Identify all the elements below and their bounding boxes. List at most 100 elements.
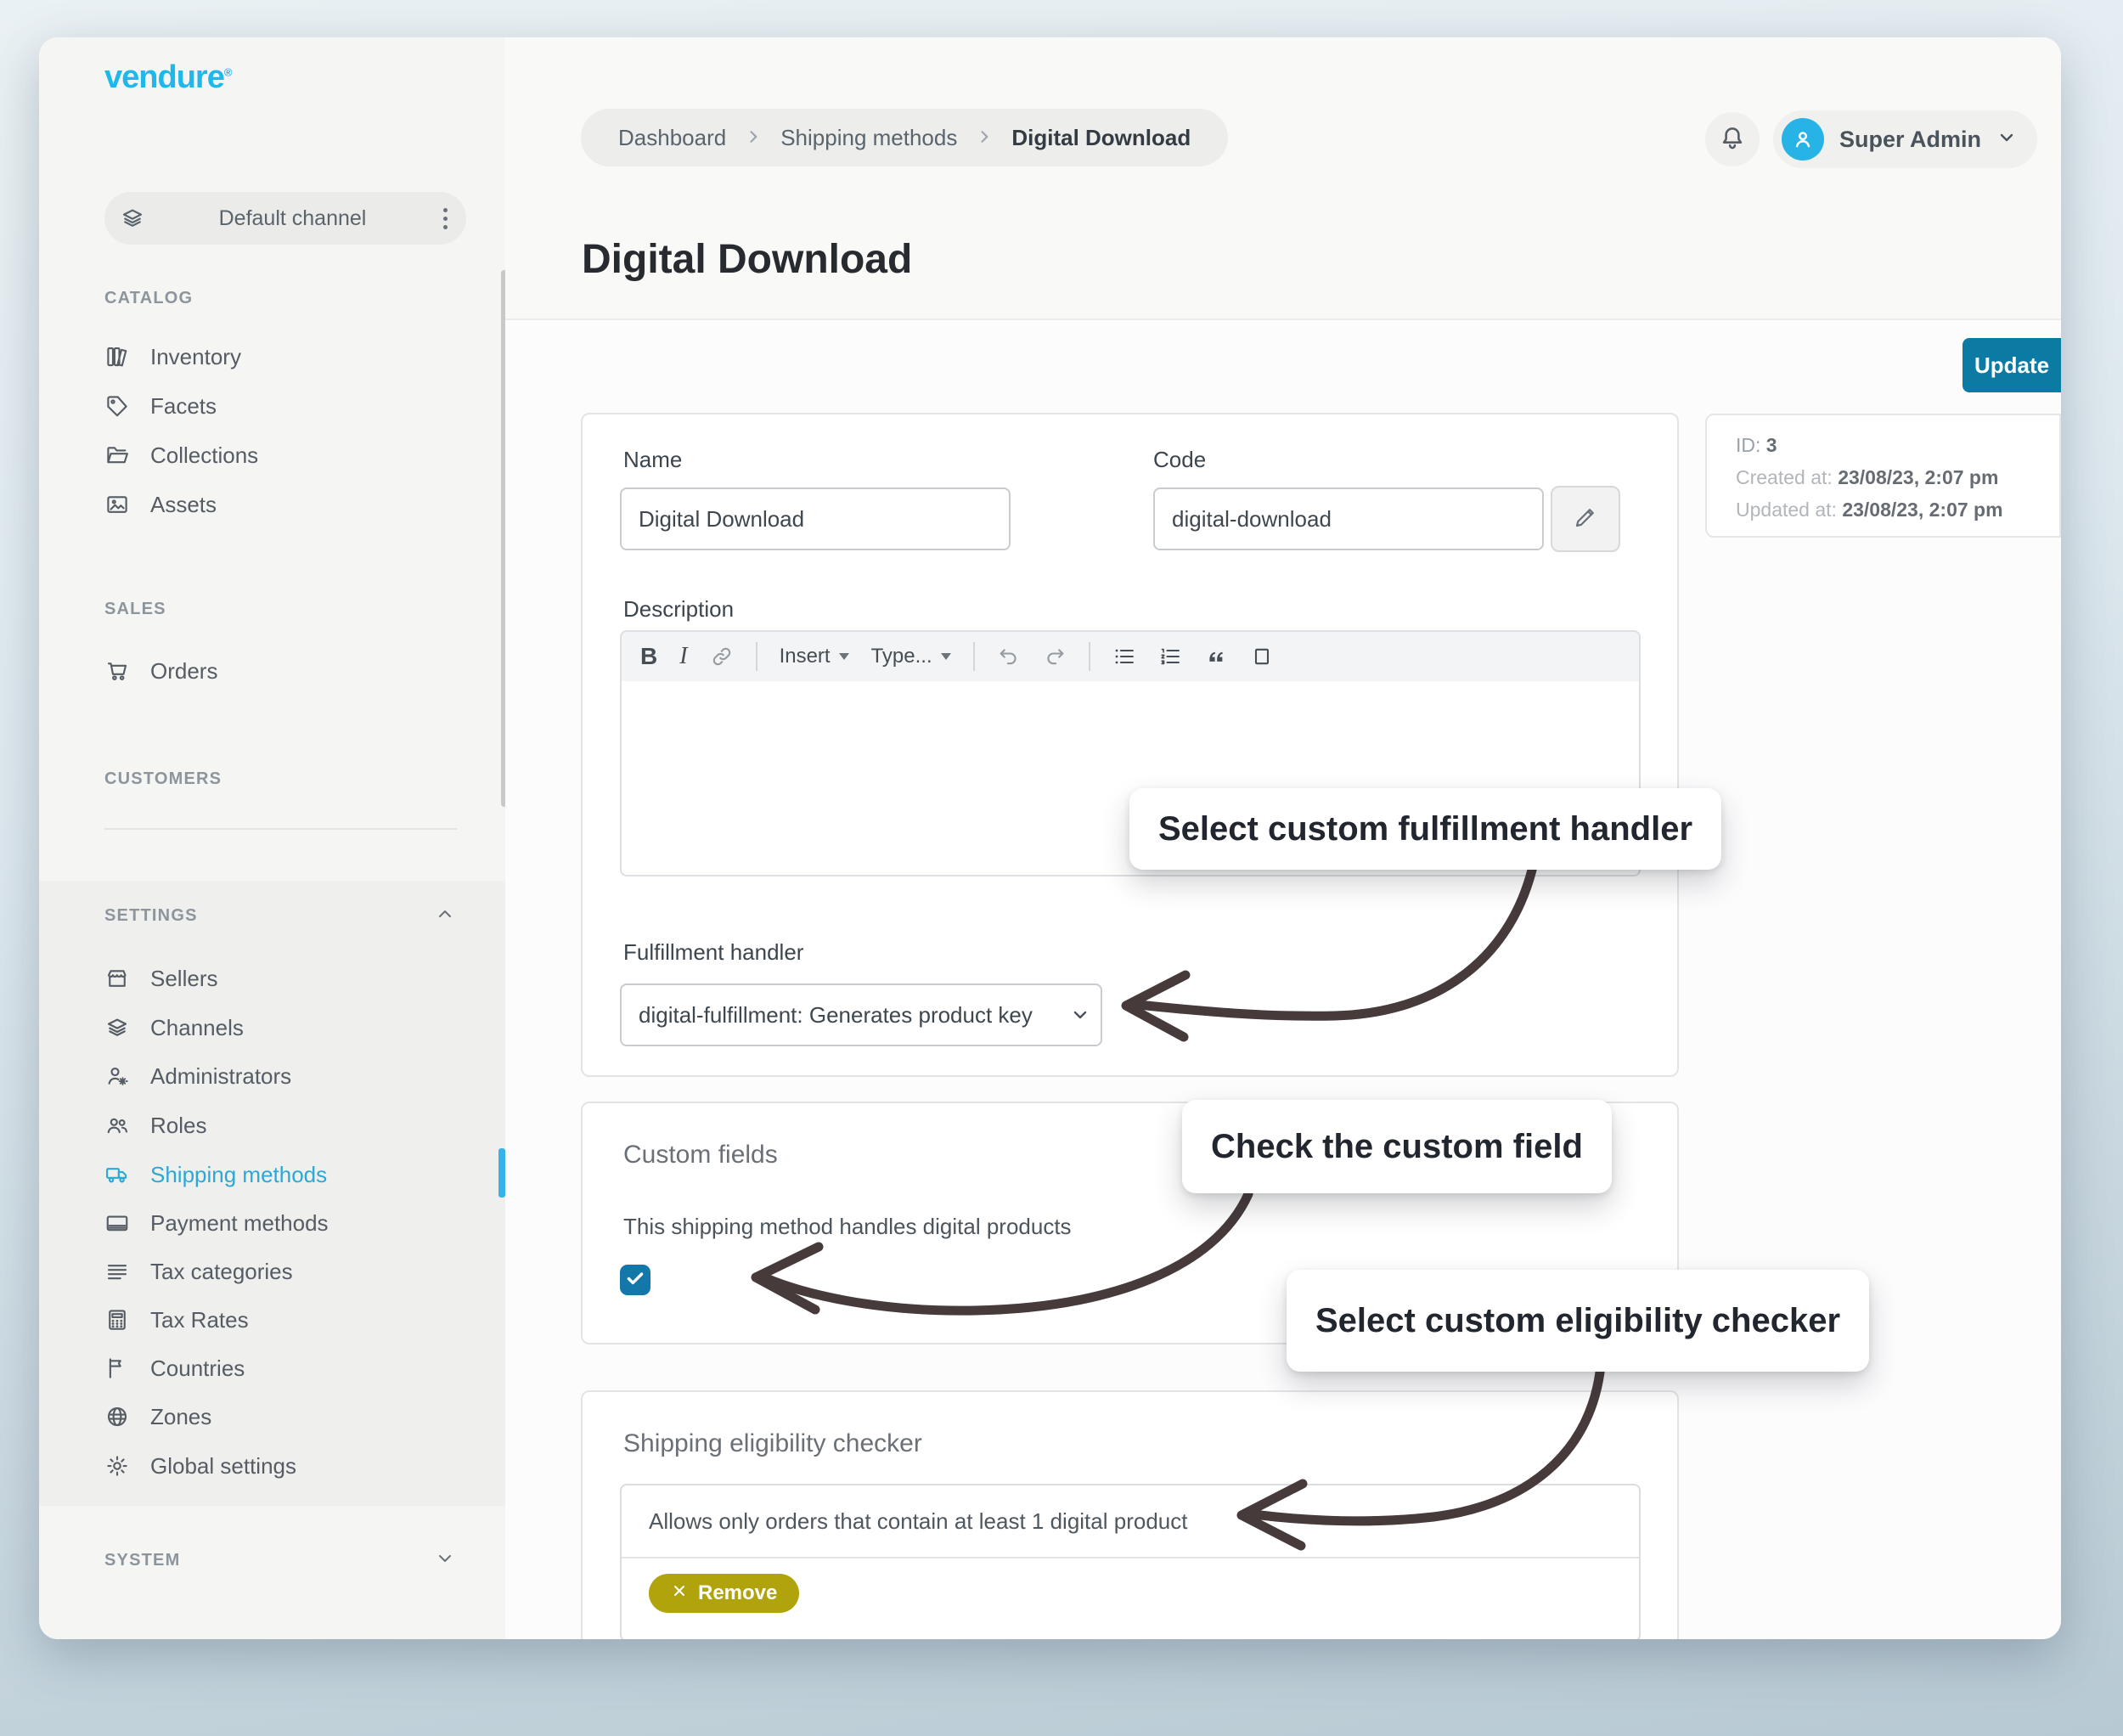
app-window: vendure® Default channel CATALOG Invento… [39,37,2061,1639]
italic-button[interactable]: I [679,643,687,670]
custom-field-label: This shipping method handles digital pro… [623,1214,1072,1240]
sidebar-item-tax-rates[interactable]: Tax Rates [104,1299,249,1340]
breadcrumb: Dashboard Shipping methods Digital Downl… [581,109,1228,166]
description-label: Description [623,596,734,623]
chevron-down-icon [1996,127,2017,152]
fulfillment-handler-label: Fulfillment handler [623,939,803,966]
check-icon [624,1267,646,1294]
blockquote-icon[interactable] [1204,645,1228,668]
section-catalog: CATALOG [104,289,193,308]
breadcrumb-dashboard[interactable]: Dashboard [618,125,726,151]
notifications-button[interactable] [1705,112,1760,166]
sidebar-item-label: Collections [150,442,258,469]
type-menu[interactable]: Type... [871,645,951,668]
chevron-down-icon [1070,1005,1090,1031]
page-title: Digital Download [582,236,912,283]
sidebar-item-global-settings[interactable]: Global settings [104,1446,296,1486]
bold-button[interactable]: B [640,643,657,670]
storefront-icon [104,966,130,991]
entity-details-panel: ID: 3 Created at: 23/08/23, 2:07 pm Upda… [1705,414,2061,538]
user-gear-icon [104,1063,130,1089]
sidebar-item-collections[interactable]: Collections [104,435,258,476]
calculator-icon [104,1307,130,1333]
sidebar-item-facets[interactable]: Facets [104,386,217,426]
breadcrumb-current: Digital Download [1011,125,1191,151]
sidebar-item-countries[interactable]: Countries [104,1348,245,1389]
globe-icon [104,1404,130,1429]
custom-fields-heading: Custom fields [623,1141,778,1170]
toolbar-separator [756,642,757,671]
code-block-icon[interactable] [1250,645,1274,668]
selected-value: digital-fulfillment: Generates product k… [639,1002,1033,1029]
created-value: 23/08/23, 2:07 pm [1838,466,1998,488]
sidebar-item-administrators[interactable]: Administrators [104,1056,291,1096]
undo-icon[interactable] [997,645,1021,668]
bell-icon [1718,123,1747,156]
sidebar-item-orders[interactable]: Orders [104,651,217,691]
sidebar-item-sellers[interactable]: Sellers [104,958,217,999]
sidebar-divider [104,828,457,830]
breadcrumb-shipping-methods[interactable]: Shipping methods [780,125,957,151]
code-label: Code [1153,447,1206,473]
section-sales: SALES [104,600,166,619]
sidebar-item-inventory[interactable]: Inventory [104,336,241,377]
sidebar-item-shipping-methods[interactable]: Shipping methods [104,1154,327,1195]
sidebar-item-label: Zones [150,1404,211,1430]
fulfillment-handler-select[interactable]: digital-fulfillment: Generates product k… [620,984,1102,1046]
layers-icon [104,1015,130,1040]
id-label: ID: [1736,434,1760,456]
sidebar-item-label: Administrators [150,1063,291,1090]
rich-text-toolbar: B I Insert Type... [620,630,1641,683]
link-icon[interactable] [710,645,734,668]
sidebar-item-label: Assets [150,492,217,518]
books-icon [104,344,130,369]
sidebar-item-roles[interactable]: Roles [104,1105,206,1146]
bullet-list-icon[interactable] [1112,645,1136,668]
vendure-logo: vendure® [104,59,231,96]
digital-products-checkbox[interactable] [620,1265,650,1295]
channel-selector[interactable]: Default channel [104,192,466,245]
callout-custom-field: Check the custom field [1182,1100,1612,1193]
redo-icon[interactable] [1043,645,1067,668]
code-input[interactable] [1153,488,1544,550]
sidebar-item-payment-methods[interactable]: Payment methods [104,1203,329,1243]
detail-form-card: Name Code Description B I Insert Type... [581,413,1679,1077]
chevron-up-icon[interactable] [431,899,459,928]
chevron-down-icon[interactable] [431,1544,459,1573]
sidebar-item-label: Orders [150,658,217,685]
tag-icon [104,393,130,419]
name-label: Name [623,447,682,473]
sidebar-item-label: Inventory [150,344,241,370]
name-input[interactable] [620,488,1011,550]
channel-label: Default channel [145,206,440,231]
updated-value: 23/08/23, 2:07 pm [1842,499,2002,521]
flag-icon [104,1356,130,1381]
user-menu[interactable]: Super Admin [1773,110,2037,168]
insert-menu[interactable]: Insert [780,645,849,668]
kebab-menu-icon[interactable] [440,205,451,233]
truck-icon [104,1162,130,1187]
eligibility-rule-text: Allows only orders that contain at least… [622,1485,1639,1558]
chevron-right-icon [745,125,762,151]
toolbar-separator [973,642,975,671]
active-item-indicator [498,1148,505,1198]
sidebar-item-label: Shipping methods [150,1162,327,1188]
cart-icon [104,658,130,684]
sidebar-item-label: Tax Rates [150,1307,249,1333]
sidebar-item-zones[interactable]: Zones [104,1396,211,1437]
pencil-icon [1573,504,1598,534]
callout-eligibility-checker: Select custom eligibility checker [1287,1270,1869,1372]
sidebar: vendure® Default channel CATALOG Invento… [39,37,505,1639]
ordered-list-icon[interactable] [1158,645,1182,668]
close-icon [671,1581,688,1605]
update-button[interactable]: Update [1963,338,2061,392]
sidebar-item-channels[interactable]: Channels [104,1007,244,1048]
toolbar-separator [1089,642,1090,671]
edit-code-button[interactable] [1551,486,1620,552]
sidebar-item-tax-categories[interactable]: Tax categories [104,1251,293,1292]
sidebar-item-assets[interactable]: Assets [104,484,217,525]
remove-button[interactable]: Remove [649,1574,799,1613]
sidebar-item-label: Sellers [150,966,217,992]
sidebar-item-label: Tax categories [150,1259,293,1285]
created-label: Created at: [1736,466,1833,488]
